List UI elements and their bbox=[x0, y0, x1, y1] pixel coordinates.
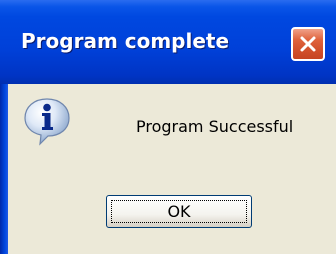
title-bar[interactable]: Program complete bbox=[0, 0, 336, 84]
info-icon bbox=[24, 98, 70, 146]
close-icon bbox=[300, 36, 316, 52]
message-dialog: Program complete Program Successful OK bbox=[0, 0, 336, 254]
ok-button[interactable]: OK bbox=[106, 195, 252, 228]
ok-button-label: OK bbox=[167, 202, 191, 221]
window-frame-left bbox=[0, 84, 8, 254]
dialog-message: Program Successful bbox=[136, 117, 294, 136]
close-button[interactable] bbox=[291, 27, 325, 61]
dialog-title: Program complete bbox=[21, 29, 230, 53]
